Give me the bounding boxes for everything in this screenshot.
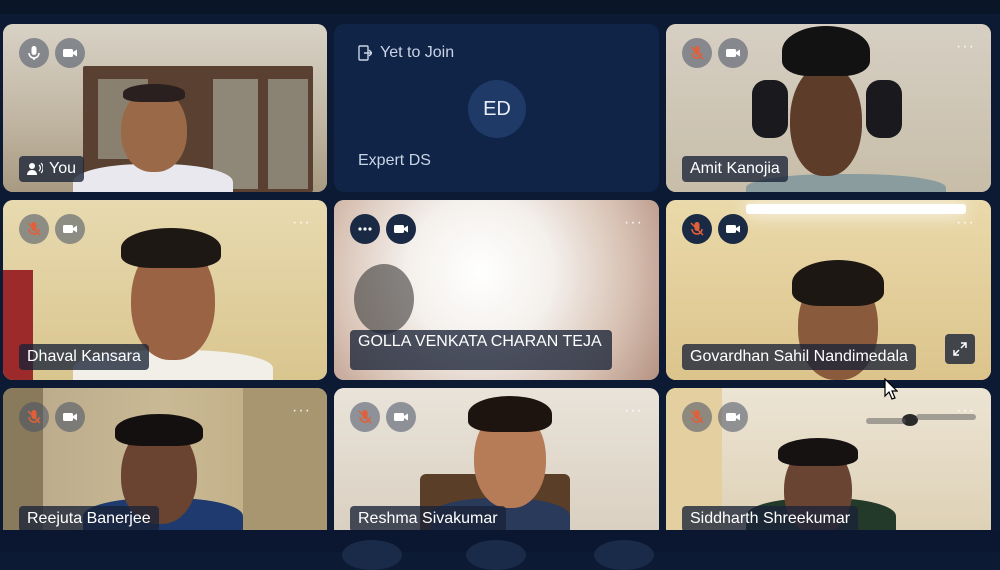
more-options-icon[interactable] (350, 214, 380, 244)
top-bar (0, 0, 1000, 14)
participant-name: Siddharth Shreekumar (682, 506, 859, 532)
camera-icon[interactable] (718, 214, 748, 244)
microphone-muted-icon[interactable] (19, 214, 49, 244)
video-tile-govardhan-sahil-nandimedala[interactable]: ··· Govardhan Sahil Nandimedala (666, 200, 991, 380)
participant-name: Dhaval Kansara (19, 344, 149, 370)
microphone-muted-icon[interactable] (682, 214, 712, 244)
camera-icon[interactable] (386, 402, 416, 432)
video-tile-amit-kanojia[interactable]: ··· Amit Kanojia (666, 24, 991, 192)
yet-to-join-status: Yet to Join (358, 44, 454, 62)
participant-name-label: You (49, 160, 76, 177)
more-options-icon[interactable]: ··· (292, 215, 311, 231)
participant-name: Amit Kanojia (682, 156, 788, 182)
participant-name: Reejuta Banerjee (19, 506, 159, 532)
more-options-icon[interactable]: ··· (292, 403, 311, 419)
video-tile-dhaval-kansara[interactable]: ··· Dhaval Kansara (3, 200, 327, 380)
control-button[interactable] (466, 540, 526, 570)
camera-icon[interactable] (55, 402, 85, 432)
microphone-muted-icon[interactable] (682, 38, 712, 68)
camera-icon[interactable] (718, 38, 748, 68)
participant-name: Reshma Sivakumar (350, 506, 506, 532)
more-options-icon[interactable]: ··· (956, 215, 975, 231)
video-tile-reejuta-banerjee[interactable]: ··· Reejuta Banerjee (3, 388, 327, 538)
microphone-muted-icon[interactable] (19, 402, 49, 432)
more-options-icon[interactable]: ··· (956, 403, 975, 419)
video-tile-expert-ds[interactable]: Yet to Join ED Expert DS (334, 24, 659, 192)
more-options-icon[interactable]: ··· (956, 39, 975, 55)
control-button[interactable] (594, 540, 654, 570)
participant-name: Govardhan Sahil Nandimedala (682, 344, 916, 370)
expand-icon[interactable] (945, 334, 975, 364)
microphone-icon[interactable] (19, 38, 49, 68)
microphone-muted-icon[interactable] (682, 402, 712, 432)
participant-name: GOLLA VENKATA CHARAN TEJA (350, 330, 612, 370)
camera-icon[interactable] (55, 38, 85, 68)
camera-icon[interactable] (55, 214, 85, 244)
video-tile-golla-venkata-charan-teja[interactable]: ··· GOLLA VENKATA CHARAN TEJA (334, 200, 659, 380)
more-options-icon[interactable]: ··· (624, 215, 643, 231)
camera-icon[interactable] (718, 402, 748, 432)
camera-icon[interactable] (386, 214, 416, 244)
video-tile-you[interactable]: You (3, 24, 327, 192)
participant-name: Expert DS (358, 152, 431, 169)
control-button[interactable] (342, 540, 402, 570)
speaker-icon (27, 162, 43, 176)
exit-door-icon (358, 45, 372, 61)
microphone-muted-icon[interactable] (350, 402, 380, 432)
video-tile-reshma-sivakumar[interactable]: ··· Reshma Sivakumar (334, 388, 659, 538)
avatar: ED (468, 80, 526, 138)
more-options-icon[interactable]: ··· (624, 403, 643, 419)
participant-name: You (19, 156, 84, 182)
video-tile-siddharth-shreekumar[interactable]: ··· Siddharth Shreekumar (666, 388, 991, 538)
mouse-cursor-icon (884, 377, 899, 405)
